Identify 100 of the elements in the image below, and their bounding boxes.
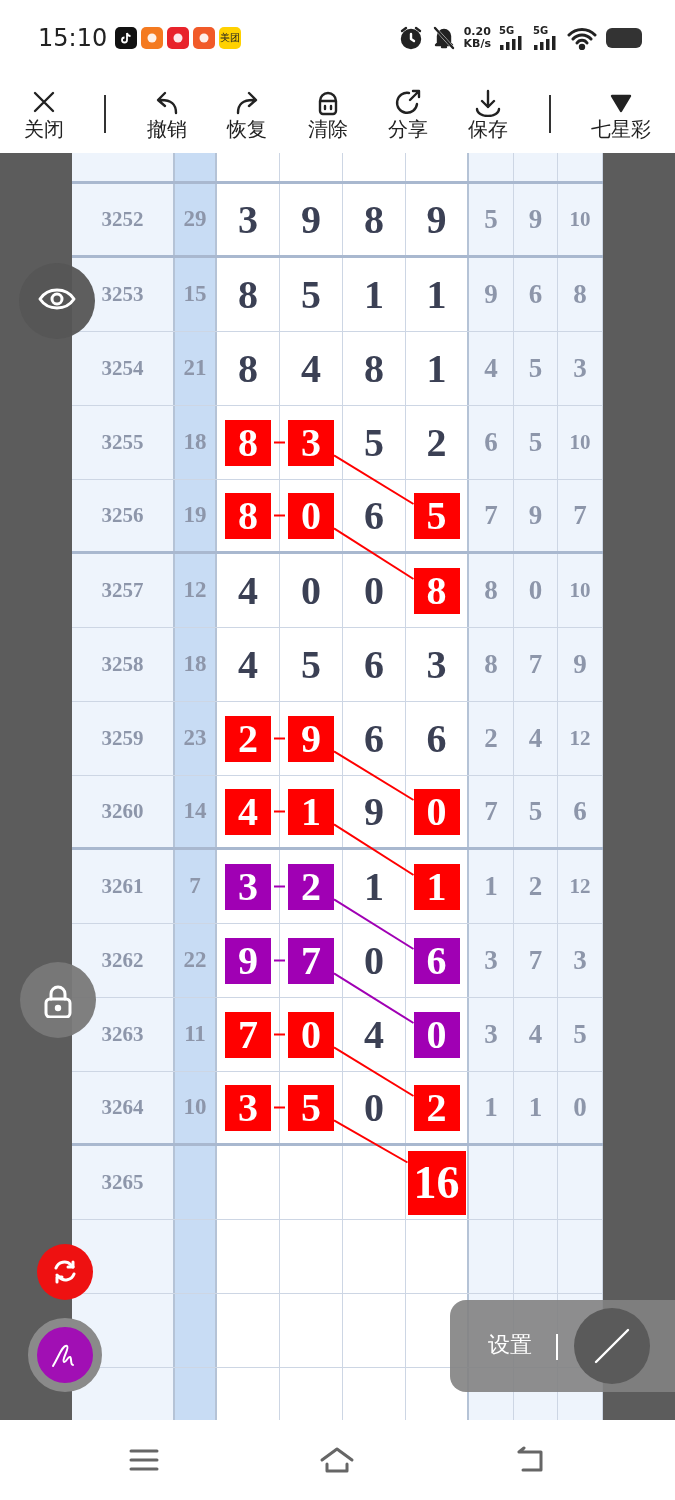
app-icon [167,26,190,49]
period-cell: 3255 [72,406,175,479]
number-cell: 4 [469,332,514,405]
bell-off-icon [431,24,456,51]
battery-icon [605,26,643,49]
period-cell: 3258 [72,628,175,701]
highlight-box: 5 [288,1084,334,1131]
toolbar-button[interactable]: 关闭 [24,87,64,141]
highlight-box: 8 [413,567,460,614]
number-cell: 8 [469,554,514,627]
highlight-box: 1 [288,788,334,835]
number-cell: 5 [514,776,558,847]
highlight-box: 2 [225,715,271,762]
toolbar-button[interactable]: 保存 [468,87,509,141]
sum-cell: 29 [175,184,217,255]
highlight-box: 2 [288,863,334,910]
number-cell: 6 [469,406,514,479]
number-cell: 6 [558,776,603,847]
number-cell: 7 [469,480,514,551]
period-cell: 3252 [72,184,175,255]
highlight-box: 5 [413,492,460,539]
app-icon [193,26,216,49]
number-cell: 12 [558,850,603,923]
toolbar-button[interactable]: 撤销 [146,87,187,141]
toolbar-button[interactable]: 恢复 [227,87,268,141]
sum-cell: 11 [175,998,217,1071]
number-cell: 6 [514,258,558,331]
highlight-box: 6 [413,937,460,984]
period-cell: 3260 [72,776,175,847]
highlight-box: 8 [225,419,271,466]
sum-cell: 21 [175,332,217,405]
number-cell: 7 [469,776,514,847]
signal-icon [533,35,559,50]
wifi-icon [567,25,597,50]
number-cell: 2 [514,850,558,923]
number-cell: 5 [514,332,558,405]
highlight-box: 3 [225,1084,271,1131]
toolbar-button[interactable]: 清除 [307,87,348,141]
connector-line [273,810,286,813]
network-type: 5G [499,25,516,36]
number-cell: 9 [558,628,603,701]
connector-line [273,959,286,962]
sum-cell: 15 [175,258,217,331]
signal-icon [499,35,525,50]
number-cell: 12 [558,702,603,775]
time-text: 15:10 [38,22,108,54]
number-cell: 0 [514,554,558,627]
sum-cell: 23 [175,702,217,775]
refresh-button[interactable] [37,1244,93,1300]
toolbar-button[interactable]: 七星彩 [591,87,651,141]
number-cell: 5 [558,998,603,1071]
highlight-box: 7 [288,937,334,984]
period-cell: 3265 [72,1146,175,1219]
number-cell: 7 [558,480,603,551]
connector-line [273,441,286,444]
menu-icon[interactable] [127,1447,160,1473]
number-cell: 1 [469,1072,514,1143]
period-cell: 3264 [72,1072,175,1143]
number-cell: 4 [514,998,558,1071]
number-cell: 5 [514,406,558,479]
connector-line [273,1106,286,1109]
toolbar-button[interactable]: 分享 [387,87,428,141]
period-cell: 3256 [72,480,175,551]
highlight-box: 4 [225,788,271,835]
number-cell: 8 [558,258,603,331]
number-cell: 9 [514,480,558,551]
number-cell: 9 [469,258,514,331]
home-icon[interactable] [319,1446,356,1474]
number-cell: 1 [514,1072,558,1143]
number-cell: 3 [469,924,514,997]
sum-cell: 18 [175,406,217,479]
slash-icon [592,1326,632,1366]
highlight-box: 0 [288,1011,334,1058]
sum-cell: 10 [175,1072,217,1143]
speed-unit: KB/s [463,37,491,50]
sum-cell: 12 [175,554,217,627]
number-cell: 7 [514,924,558,997]
sum-cell: 18 [175,628,217,701]
connector-line [273,885,286,888]
sum-cell: 19 [175,480,217,551]
highlight-box: 0 [288,492,334,539]
highlight-box: 8 [225,492,271,539]
connector-line [273,514,286,517]
number-cell: 2 [469,702,514,775]
highlight-box: 3 [225,863,271,910]
highlight-box: 3 [288,419,334,466]
network-type: 5G [533,25,550,36]
number-cell: 9 [514,184,558,255]
highlight-box: 7 [225,1011,271,1058]
speed-text: 0.20 [463,25,491,38]
period-cell: 3254 [72,332,175,405]
number-cell: 7 [514,628,558,701]
connector-line [273,1033,286,1036]
highlight-box: 9 [288,715,334,762]
sum-cell: 22 [175,924,217,997]
sum-cell: 14 [175,776,217,847]
period-cell: 3257 [72,554,175,627]
connector-line [273,737,286,740]
number-cell: 3 [558,924,603,997]
number-cell: 1 [469,850,514,923]
